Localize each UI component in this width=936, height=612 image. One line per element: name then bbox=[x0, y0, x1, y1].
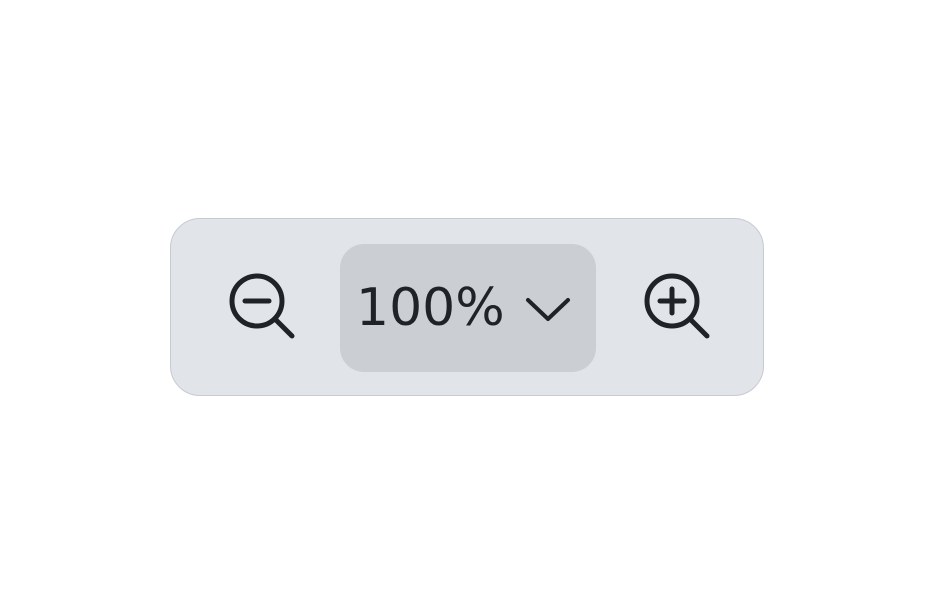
zoom-out-button[interactable] bbox=[222, 267, 302, 347]
zoom-toolbar: 100% bbox=[170, 218, 764, 396]
chevron-down-icon bbox=[526, 298, 570, 321]
zoom-out-icon bbox=[229, 273, 295, 339]
zoom-in-icon bbox=[644, 273, 710, 339]
canvas: 100% bbox=[0, 0, 936, 612]
zoom-level-dropdown[interactable]: 100% bbox=[340, 244, 596, 372]
zoom-in-button[interactable] bbox=[637, 267, 717, 347]
zoom-level-value: 100% bbox=[356, 278, 505, 338]
